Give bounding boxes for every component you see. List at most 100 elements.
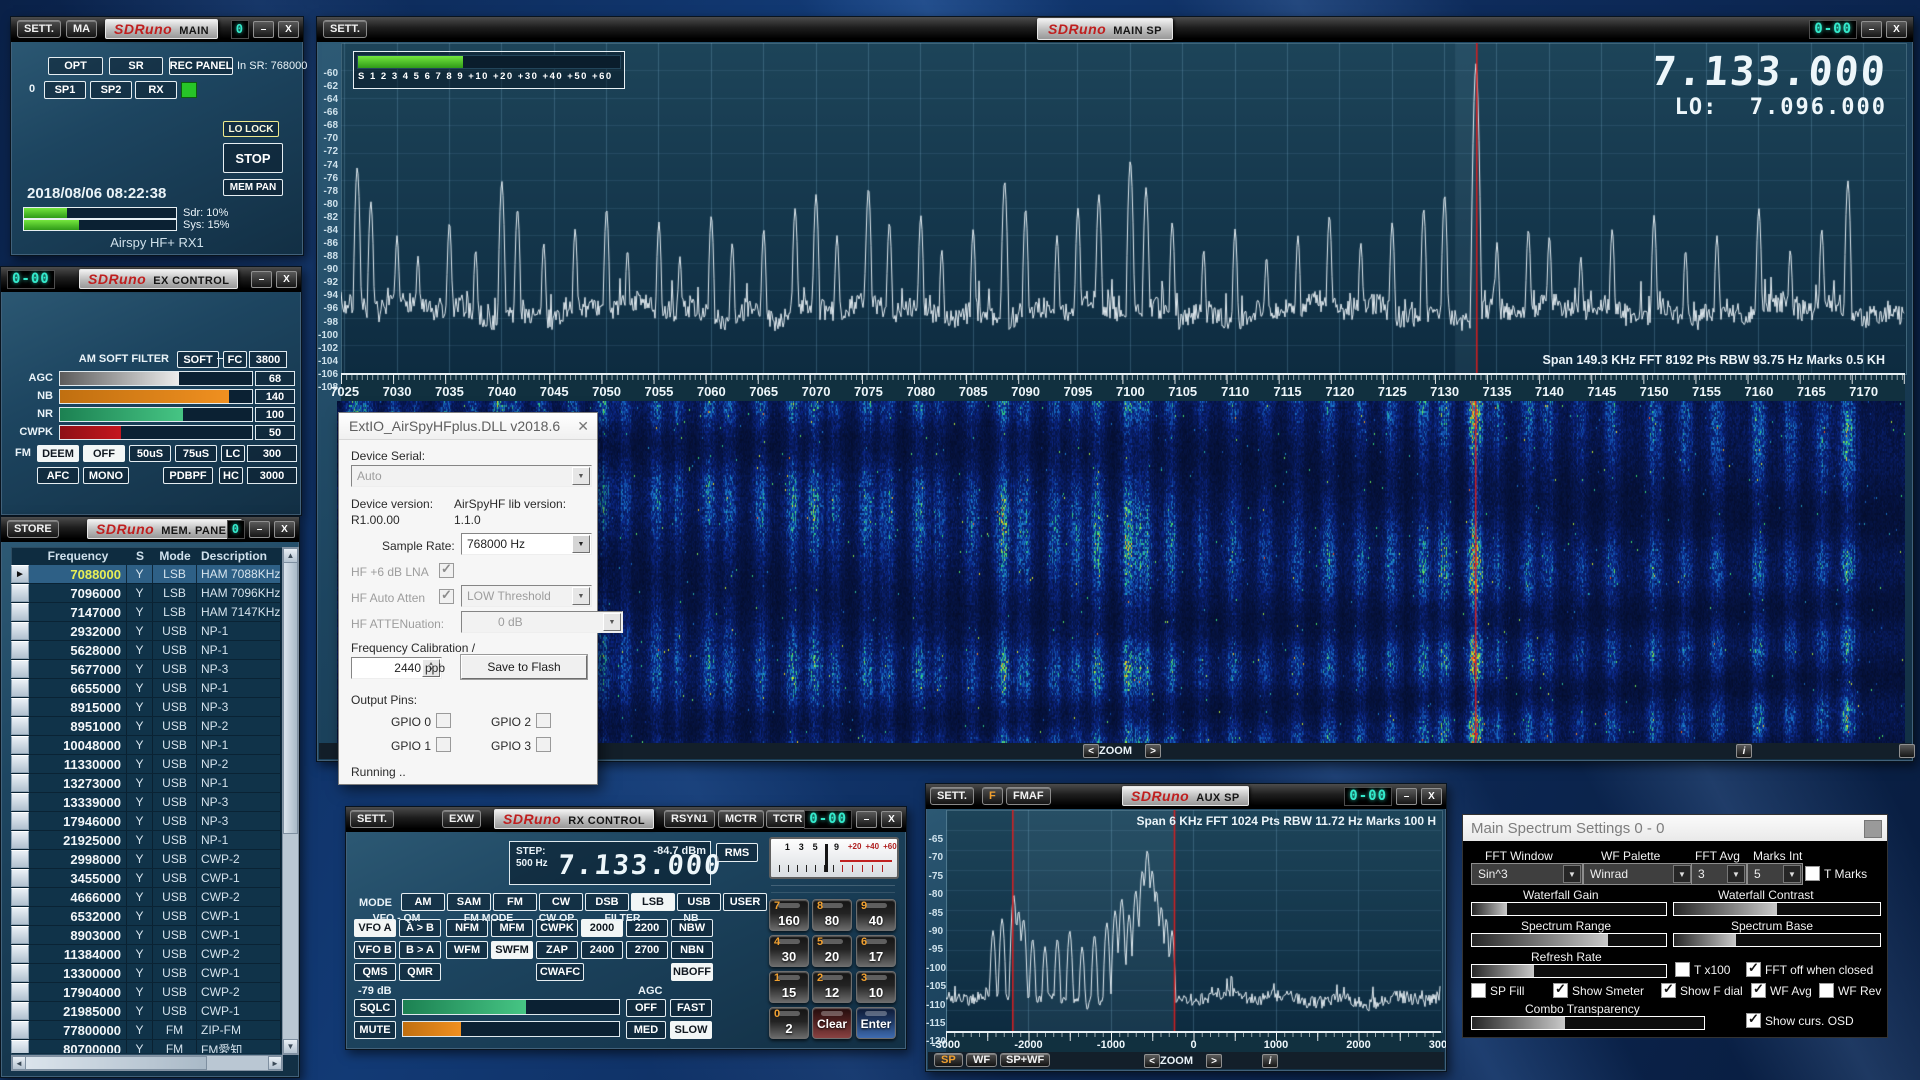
lo-lock-button[interactable]: LO LOCK [223, 121, 279, 137]
row-header-cell[interactable] [11, 812, 29, 830]
main-sp-settings-button[interactable]: SETT. [323, 20, 367, 38]
refresh-rate-slider[interactable] [1471, 964, 1667, 978]
rx-button-b-a[interactable]: B > A [399, 941, 441, 959]
row-header-cell[interactable] [11, 983, 29, 1001]
50us-button[interactable]: 50uS [129, 445, 171, 462]
table-row[interactable]: 13339000YUSBNP-3 [11, 793, 281, 812]
row-header-cell[interactable] [11, 755, 29, 773]
fc-button[interactable]: FC [223, 351, 247, 368]
column-s[interactable]: S [127, 547, 153, 565]
t-x100-checkbox[interactable] [1675, 962, 1690, 977]
table-row[interactable]: 17904000YUSBCWP-2 [11, 983, 281, 1002]
scroll-left-icon[interactable]: ◄ [12, 1056, 26, 1070]
row-header-cell[interactable] [11, 1021, 29, 1039]
off-button[interactable]: OFF [83, 445, 125, 462]
squelch-slider[interactable] [402, 999, 620, 1015]
75us-button[interactable]: 75uS [175, 445, 217, 462]
aux-spectrum-canvas[interactable] [946, 810, 1441, 1031]
table-row[interactable]: 5628000YUSBNP-1 [11, 641, 281, 660]
table-row[interactable]: 13273000YUSBNP-1 [11, 774, 281, 793]
scrollbar-thumb[interactable] [25, 1056, 207, 1070]
row-header-cell[interactable] [11, 945, 29, 963]
sr-button[interactable]: SR [109, 57, 163, 75]
close-icon[interactable]: X [1421, 788, 1442, 805]
zoom-out-button[interactable]: < [1144, 1054, 1160, 1068]
rx-button-vfo-b[interactable]: VFO B [354, 941, 396, 959]
mute-button[interactable]: MUTE [354, 1021, 396, 1039]
attenuation-dropdown[interactable]: 0 dB▼ [461, 611, 623, 633]
row-header-cell[interactable] [11, 622, 29, 640]
step-value[interactable]: 500 Hz [516, 858, 548, 869]
key-6-button[interactable]: 617 [856, 935, 896, 967]
aux-settings-button[interactable]: SETT. [930, 787, 974, 805]
main-settings-button[interactable]: SETT. [17, 20, 61, 38]
rec-panel-button[interactable]: REC PANEL [169, 57, 233, 75]
row-header-cell[interactable] [11, 660, 29, 678]
f-button[interactable]: F [982, 787, 1003, 805]
agc-med-button[interactable]: MED [626, 1021, 666, 1039]
gpio2-checkbox[interactable] [536, 713, 551, 728]
table-row[interactable]: 4666000YUSBCWP-2 [11, 888, 281, 907]
close-icon[interactable]: X [1886, 21, 1907, 38]
threshold-dropdown[interactable]: LOW Threshold▼ [461, 585, 592, 607]
deem-button[interactable]: DEEM [37, 445, 79, 462]
key-5-button[interactable]: 520 [812, 935, 852, 967]
rx-button-2400[interactable]: 2400 [581, 941, 623, 959]
mono-button[interactable]: MONO [83, 467, 129, 484]
slider-agc[interactable] [59, 371, 253, 386]
tctr-button[interactable]: TCTR [766, 810, 809, 828]
minimize-icon[interactable]: – [1396, 788, 1417, 805]
table-row[interactable]: 2932000YUSBNP-1 [11, 622, 281, 641]
table-row[interactable]: 6655000YUSBNP-1 [11, 679, 281, 698]
table-row[interactable]: 8951000YUSBNP-2 [11, 717, 281, 736]
settings-titlebar-button[interactable] [1864, 820, 1882, 838]
slider-nr[interactable] [59, 407, 253, 422]
row-header-cell[interactable] [11, 907, 29, 925]
lna-checkbox[interactable] [439, 563, 454, 578]
row-header-cell[interactable]: ► [11, 565, 29, 583]
key-8-button[interactable]: 880 [812, 899, 852, 931]
mode-button-user[interactable]: USER [723, 893, 767, 911]
table-row[interactable]: 7096000YLSBHAM 7096KHz [11, 584, 281, 603]
row-header-cell[interactable] [11, 793, 29, 811]
waterfall-gain-slider[interactable] [1471, 902, 1667, 916]
rx-button-nboff[interactable]: NBOFF [671, 963, 713, 981]
gpio3-checkbox[interactable] [536, 737, 551, 752]
row-header-cell[interactable] [11, 831, 29, 849]
row-header-cell[interactable] [11, 964, 29, 982]
wf-view-button[interactable]: WF [966, 1053, 997, 1067]
mctr-button[interactable]: MCTR [718, 810, 764, 828]
row-header-cell[interactable] [11, 850, 29, 868]
rx-button-nbn[interactable]: NBN [671, 941, 713, 959]
row-header-cell[interactable] [11, 717, 29, 735]
table-row[interactable]: 21925000YUSBNP-1 [11, 831, 281, 850]
gpio1-checkbox[interactable] [436, 737, 451, 752]
rx-button-cwafc[interactable]: CWAFC [536, 963, 584, 981]
table-row[interactable]: 21985000YUSBCWP-1 [11, 1002, 281, 1021]
row-header-cell[interactable] [11, 869, 29, 887]
mode-button-dsb[interactable]: DSB [585, 893, 629, 911]
mode-button-cw[interactable]: CW [539, 893, 583, 911]
wf-avg-checkbox[interactable] [1751, 983, 1766, 998]
table-row[interactable]: 3455000YUSBCWP-1 [11, 869, 281, 888]
hc-button[interactable]: HC [219, 467, 243, 484]
show-smeter-checkbox[interactable] [1553, 983, 1568, 998]
table-row[interactable]: 2998000YUSBCWP-2 [11, 850, 281, 869]
column-frequency[interactable]: Frequency [29, 547, 127, 565]
device-serial-dropdown[interactable]: Auto▼ [351, 465, 592, 487]
close-icon[interactable]: ✕ [577, 418, 589, 435]
minimize-icon[interactable]: – [251, 271, 272, 288]
sqlc-button[interactable]: SQLC [354, 999, 396, 1017]
info-button[interactable]: i [1262, 1054, 1278, 1068]
minimize-icon[interactable]: – [253, 21, 274, 38]
zoom-in-button[interactable]: > [1206, 1054, 1222, 1068]
ma-button[interactable]: MA [66, 20, 97, 38]
t-marks-checkbox[interactable] [1805, 866, 1820, 881]
sample-rate-dropdown[interactable]: 768000 Hz▼ [461, 533, 592, 555]
rx-button-qmr[interactable]: QMR [399, 963, 441, 981]
row-header-cell[interactable] [11, 926, 29, 944]
scroll-right-icon[interactable]: ► [268, 1056, 282, 1070]
clear-button[interactable]: Clear [812, 1007, 852, 1039]
table-row[interactable]: 11330000YUSBNP-2 [11, 755, 281, 774]
rx-button[interactable]: RX [135, 81, 177, 99]
